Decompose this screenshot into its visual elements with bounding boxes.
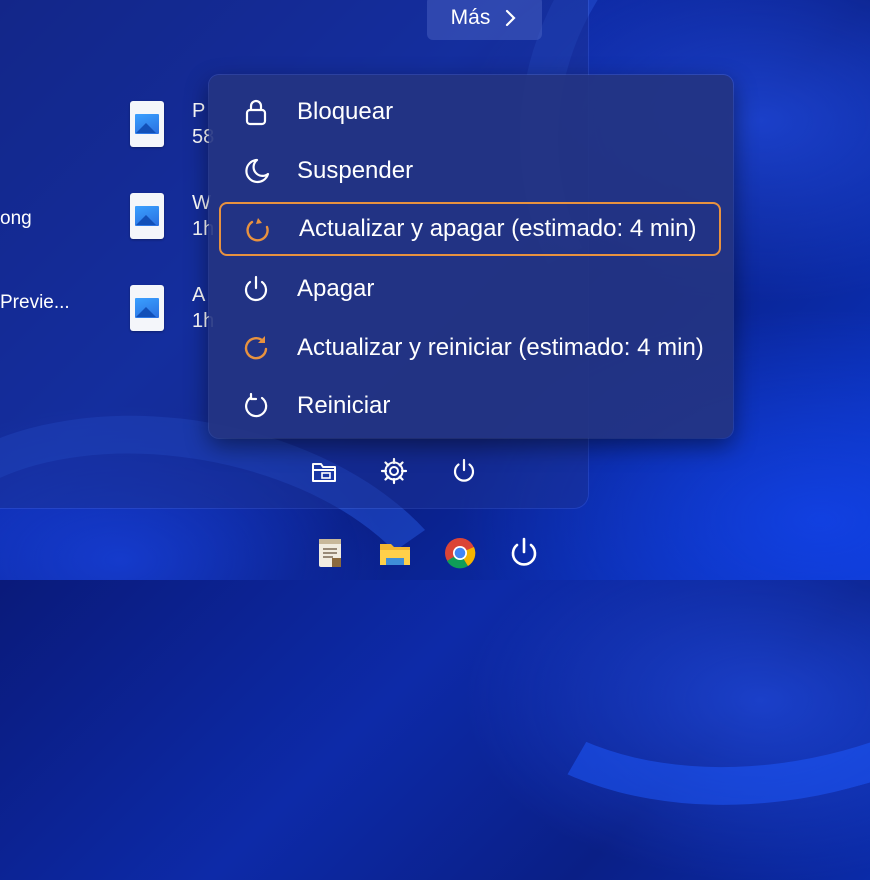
chevron-right-icon [506,9,516,27]
menu-item-label: Bloquear [297,98,394,125]
menu-item-label: Apagar [297,275,375,302]
image-file-icon [130,285,164,331]
image-file-icon [130,193,164,239]
menu-item-shutdown[interactable]: Apagar [219,262,721,316]
power-options-menu: Bloquear Suspender Actualizar y apagar (… [209,75,733,438]
menu-item-lock[interactable]: Bloquear [219,85,721,139]
update-shutdown-icon [246,218,269,242]
recommended-item-cut[interactable]: ong [0,208,32,230]
recommended-item[interactable]: P 58 [130,98,214,150]
menu-item-sleep[interactable]: Suspender [219,144,721,198]
recommended-item[interactable]: A 1h [130,282,214,334]
power-icon[interactable] [507,536,541,570]
notepad-icon[interactable] [314,536,348,570]
file-explorer-icon[interactable] [310,457,338,485]
settings-gear-icon[interactable] [380,457,408,485]
menu-item-update-restart[interactable]: Actualizar y reiniciar (estimado: 4 min) [219,321,721,375]
menu-item-restart[interactable]: Reiniciar [219,379,721,433]
recommended-item[interactable]: W 1h [130,190,214,242]
recommended-item-cut[interactable]: Previe... [0,292,70,314]
update-restart-icon [244,336,268,360]
menu-item-update-shutdown[interactable]: Actualizar y apagar (estimado: 4 min) [219,202,721,256]
menu-item-label: Reiniciar [297,392,391,419]
menu-item-label: Actualizar y reiniciar (estimado: 4 min) [297,334,704,361]
more-button-label: Más [450,6,491,29]
power-icon [244,275,268,302]
folder-icon[interactable] [378,536,412,570]
lock-icon [245,99,267,126]
moon-icon [245,158,270,184]
chrome-icon[interactable] [443,536,477,570]
menu-item-label: Actualizar y apagar (estimado: 4 min) [299,215,697,242]
more-button[interactable]: Más [427,0,542,40]
restart-icon [245,392,268,418]
menu-item-label: Suspender [297,157,414,184]
image-file-icon [130,101,164,147]
power-icon[interactable] [450,457,478,485]
